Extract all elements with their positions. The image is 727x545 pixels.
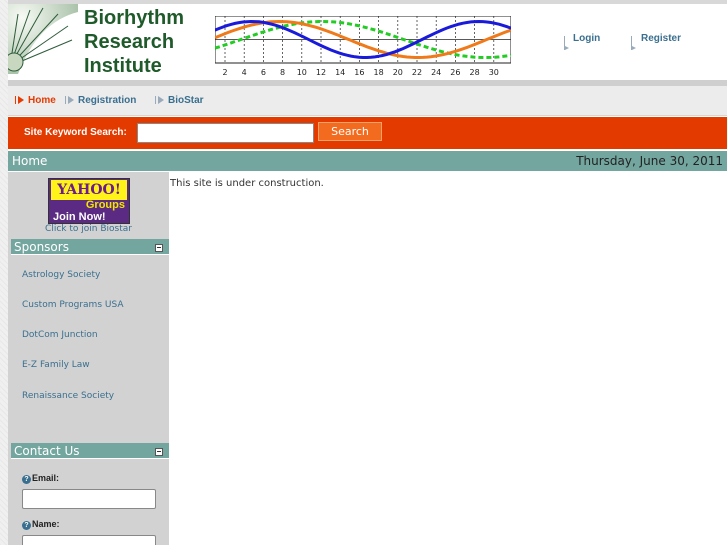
wave-tick-label: 4: [242, 68, 247, 77]
nav-item-home[interactable]: Home: [15, 95, 56, 106]
name-field[interactable]: [22, 535, 156, 545]
construction-message: This site is under construction.: [170, 178, 324, 189]
site-header: Biorhythm Research Institute 2 4 6 8 10 12 14 1…: [8, 4, 727, 80]
brand-line-1: Biorhythm: [84, 7, 184, 29]
wave-tick-label: 26: [450, 68, 460, 77]
panel-title: Sponsors: [14, 240, 69, 254]
collapse-icon[interactable]: [155, 448, 163, 456]
join-biostar-link[interactable]: Click to join Biostar: [8, 224, 169, 234]
nav-label: Home: [28, 95, 56, 106]
search-label: Site Keyword Search:: [24, 127, 127, 138]
wave-tick-label: 22: [412, 68, 422, 77]
wave-tick-label: 14: [335, 68, 345, 77]
name-label-text: Name:: [32, 519, 60, 529]
yahoo-groups-label: Groups: [85, 199, 125, 211]
register-link[interactable]: Register: [641, 33, 681, 44]
wave-tick-label: 8: [280, 68, 285, 77]
search-button[interactable]: Search: [318, 122, 382, 141]
wave-tick-label: 20: [393, 68, 403, 77]
email-label-text: Email:: [32, 473, 60, 483]
wave-tick-label: 16: [354, 68, 364, 77]
email-field[interactable]: [22, 489, 156, 509]
arrow-icon: [155, 96, 164, 104]
yahoo-logo: YAHOO!: [51, 180, 127, 200]
name-label: ? Name:: [22, 519, 60, 530]
wave-tick-label: 6: [261, 68, 266, 77]
nav-item-biostar[interactable]: BioStar: [155, 95, 204, 106]
biorhythm-wave-graphic: 2 4 6 8 10 12 14 16 18 20 22 24 26 28 30: [215, 16, 511, 77]
search-bar: Site Keyword Search: Search: [8, 117, 727, 149]
register-arrow-icon: [632, 46, 636, 50]
wave-tick-label: 10: [297, 68, 307, 77]
nav-label: BioStar: [168, 95, 204, 106]
main-nav: Home Registration BioStar: [8, 86, 727, 116]
sponsor-link-astrology-society[interactable]: Astrology Society: [22, 270, 100, 280]
breadcrumb-bar: Home Thursday, June 30, 2011: [8, 151, 727, 171]
sponsor-link-ez-family-law[interactable]: E-Z Family Law: [22, 360, 90, 370]
yahoo-join-label: Join Now!: [53, 211, 106, 223]
breadcrumb: Home: [12, 154, 48, 168]
wave-tick-label: 18: [374, 68, 384, 77]
sponsor-link-custom-programs[interactable]: Custom Programs USA: [22, 300, 124, 310]
sponsors-panel-header: Sponsors: [11, 239, 169, 255]
contact-panel-header: Contact Us: [11, 443, 169, 459]
nav-label: Registration: [78, 95, 137, 106]
page: Biorhythm Research Institute 2 4 6 8 10 12 14 1…: [8, 0, 727, 545]
wave-tick-label: 28: [470, 68, 480, 77]
login-arrow-icon: [565, 46, 569, 50]
help-icon: ?: [22, 521, 31, 530]
sponsor-link-renaissance-society[interactable]: Renaissance Society: [22, 391, 114, 401]
wave-tick-label: 12: [316, 68, 326, 77]
panel-title: Contact Us: [14, 444, 80, 458]
collapse-icon[interactable]: [155, 244, 163, 252]
help-icon: ?: [22, 475, 31, 484]
current-date: Thursday, June 30, 2011: [576, 154, 723, 168]
search-input[interactable]: [137, 123, 314, 143]
wave-tick-label: 30: [489, 68, 499, 77]
sponsor-link-dotcom-junction[interactable]: DotCom Junction: [22, 330, 98, 340]
email-label: ? Email:: [22, 473, 59, 484]
yahoo-groups-join-button[interactable]: YAHOO! Groups Join Now!: [48, 178, 130, 224]
login-link[interactable]: Login: [573, 33, 600, 44]
sun-logo-icon: [8, 4, 78, 74]
arrow-icon: [65, 96, 74, 104]
brand-line-2: Research: [84, 31, 175, 53]
arrow-icon: [15, 96, 24, 104]
nav-item-registration[interactable]: Registration: [65, 95, 137, 106]
sidebar: YAHOO! Groups Join Now! Click to join Bi…: [8, 172, 169, 545]
wave-tick-label: 24: [431, 68, 441, 77]
brand-line-3: Institute: [84, 55, 162, 77]
wave-tick-label: 2: [222, 68, 227, 77]
